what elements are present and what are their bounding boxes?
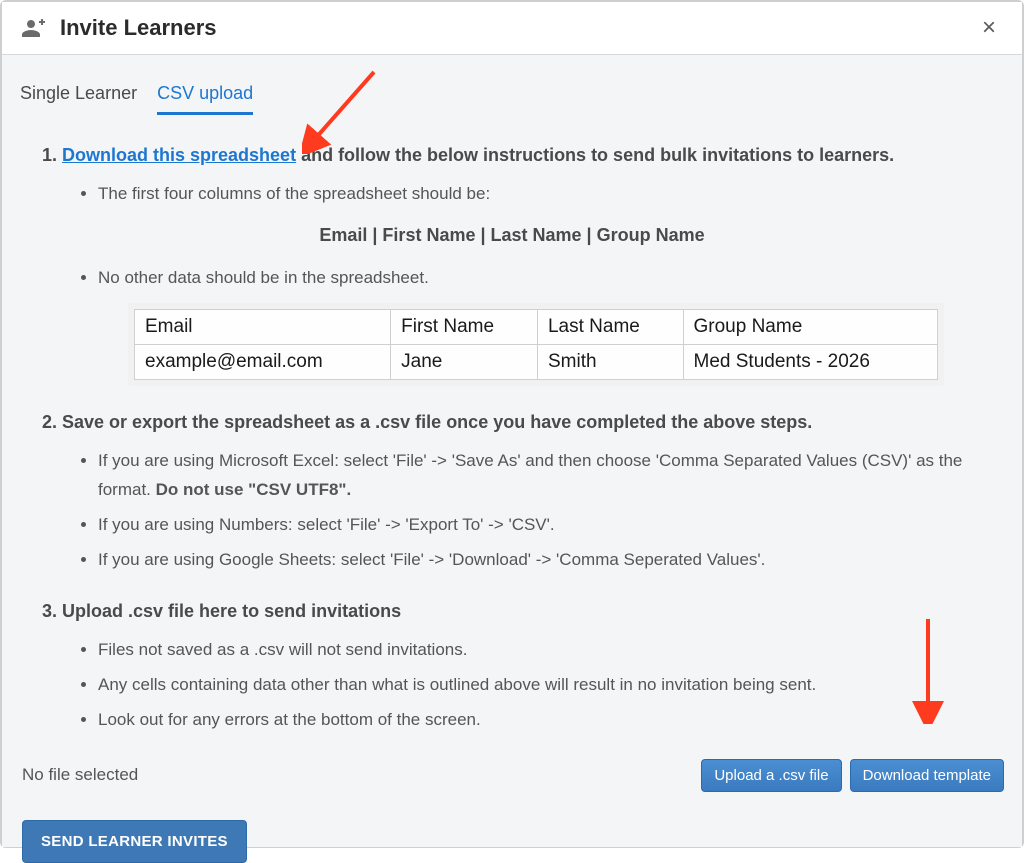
step3-bullet-2: Any cells containing data other than wha… — [98, 671, 1004, 700]
step-2-heading: 2. Save or export the spreadsheet as a .… — [42, 410, 1004, 435]
download-spreadsheet-link[interactable]: Download this spreadsheet — [62, 145, 296, 165]
step-3: 3. Upload .csv file here to send invitat… — [20, 599, 1004, 735]
send-invites-button[interactable]: SEND LEARNER INVITES — [22, 820, 247, 863]
file-status-text: No file selected — [22, 765, 693, 785]
step2-bullet-3: If you are using Google Sheets: select '… — [98, 546, 1004, 575]
columns-format-line: Email | First Name | Last Name | Group N… — [20, 225, 1004, 246]
step1-bullet-2: No other data should be in the spreadshe… — [98, 264, 1004, 293]
step2-b1-bold: Do not use "CSV UTF8". — [156, 480, 352, 499]
table-row: Email First Name Last Name Group Name — [135, 309, 938, 344]
file-upload-row: No file selected Upload a .csv file Down… — [20, 759, 1004, 792]
step3-bullet-3: Look out for any errors at the bottom of… — [98, 706, 1004, 735]
step-1-heading: 1. Download this spreadsheet and follow … — [42, 143, 1004, 168]
step2-bullet-2: If you are using Numbers: select 'File' … — [98, 511, 1004, 540]
tabs-row: Single Learner CSV upload — [20, 55, 1004, 119]
th-firstname: First Name — [391, 309, 538, 344]
modal-header: Invite Learners × — [2, 2, 1022, 55]
modal-title: Invite Learners — [60, 15, 976, 41]
step-2: 2. Save or export the spreadsheet as a .… — [20, 410, 1004, 575]
step-1-number: 1. — [42, 145, 62, 165]
step1-bullet-1: The first four columns of the spreadshee… — [98, 180, 1004, 209]
step-3-heading: 3. Upload .csv file here to send invitat… — [42, 599, 1004, 624]
add-person-icon — [22, 16, 46, 40]
modal-body: Single Learner CSV upload 1. Download th… — [2, 55, 1022, 847]
td-firstname: Jane — [391, 344, 538, 379]
upload-csv-button[interactable]: Upload a .csv file — [701, 759, 841, 792]
close-button[interactable]: × — [976, 14, 1002, 42]
example-table: Email First Name Last Name Group Name ex… — [134, 309, 938, 380]
td-lastname: Smith — [537, 344, 683, 379]
th-email: Email — [135, 309, 391, 344]
tab-csv-upload[interactable]: CSV upload — [157, 83, 253, 115]
td-email: example@email.com — [135, 344, 391, 379]
step-1: 1. Download this spreadsheet and follow … — [20, 143, 1004, 386]
th-group: Group Name — [683, 309, 938, 344]
footer-row: SEND LEARNER INVITES — [20, 820, 1004, 863]
download-template-button[interactable]: Download template — [850, 759, 1004, 792]
step3-bullet-1: Files not saved as a .csv will not send … — [98, 636, 1004, 665]
example-table-wrap: Email First Name Last Name Group Name ex… — [128, 303, 944, 386]
th-lastname: Last Name — [537, 309, 683, 344]
step2-bullet-1: If you are using Microsoft Excel: select… — [98, 447, 1004, 505]
step-1-rest: and follow the below instructions to sen… — [296, 145, 894, 165]
td-group: Med Students - 2026 — [683, 344, 938, 379]
tab-single-learner[interactable]: Single Learner — [20, 83, 137, 115]
table-row: example@email.com Jane Smith Med Student… — [135, 344, 938, 379]
